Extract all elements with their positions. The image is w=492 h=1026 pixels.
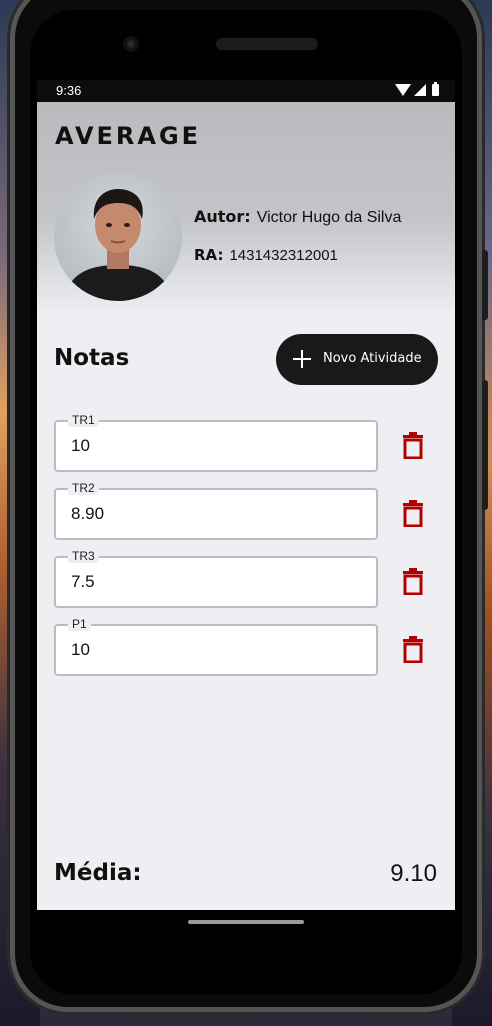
delete-grade-button[interactable] <box>402 500 424 527</box>
power-button <box>482 380 488 510</box>
ra-label: RA: <box>194 246 224 264</box>
trash-icon <box>403 500 423 527</box>
average-value: 9.10 <box>390 860 437 887</box>
ra-value: 1431432312001 <box>229 247 338 264</box>
grade-row: P1 10 <box>54 617 439 676</box>
author-line: Autor: Victor Hugo da Silva <box>194 207 401 227</box>
app-title: AVERAGE <box>55 122 202 150</box>
status-time: 9:36 <box>56 83 82 98</box>
ra-line: RA: 1431432312001 <box>194 246 338 264</box>
trash-icon <box>403 568 423 595</box>
grade-input-tr2[interactable]: TR2 8.90 <box>54 481 378 540</box>
grade-input-tr1[interactable]: TR1 10 <box>54 413 378 472</box>
grade-field-value[interactable]: 8.90 <box>71 504 104 524</box>
trash-icon <box>403 432 423 459</box>
wifi-icon <box>395 84 411 96</box>
volume-button <box>482 250 488 320</box>
grade-input-tr3[interactable]: TR3 7.5 <box>54 549 378 608</box>
grade-field-value[interactable]: 10 <box>71 640 90 660</box>
status-icons <box>395 82 439 96</box>
grade-row: TR3 7.5 <box>54 549 439 608</box>
author-name: Victor Hugo da Silva <box>256 209 402 226</box>
status-bar: 9:36 <box>37 80 455 102</box>
grades-section-title: Notas <box>54 345 130 371</box>
delete-grade-button[interactable] <box>402 432 424 459</box>
average-label: Média: <box>54 860 142 886</box>
signal-icon <box>414 84 426 96</box>
add-activity-button[interactable]: Novo Atividade <box>276 334 438 385</box>
front-camera-icon <box>123 36 139 52</box>
earpiece-speaker <box>216 38 318 50</box>
grade-field-label: TR3 <box>68 549 99 563</box>
home-indicator[interactable] <box>188 920 304 924</box>
grade-field-value[interactable]: 7.5 <box>71 572 95 592</box>
grade-row: TR2 8.90 <box>54 481 439 540</box>
app-screen: 9:36 AVERAGE Autor: Victor Hugo da Silva … <box>37 80 455 910</box>
delete-grade-button[interactable] <box>402 568 424 595</box>
grade-field-value[interactable]: 10 <box>71 436 90 456</box>
plus-icon <box>293 350 311 368</box>
battery-icon <box>432 82 439 96</box>
author-label: Autor: <box>194 207 251 226</box>
delete-grade-button[interactable] <box>402 636 424 663</box>
grade-field-label: TR1 <box>68 413 99 427</box>
profile-header: AVERAGE Autor: Victor Hugo da Silva RA: 14… <box>37 102 455 315</box>
avatar <box>54 173 182 301</box>
grade-field-label: TR2 <box>68 481 99 495</box>
avatar-portrait-icon <box>64 189 172 301</box>
add-activity-label: Novo Atividade <box>323 351 422 366</box>
grade-input-p1[interactable]: P1 10 <box>54 617 378 676</box>
grade-row: TR1 10 <box>54 413 439 472</box>
grade-field-label: P1 <box>68 617 91 631</box>
trash-icon <box>403 636 423 663</box>
